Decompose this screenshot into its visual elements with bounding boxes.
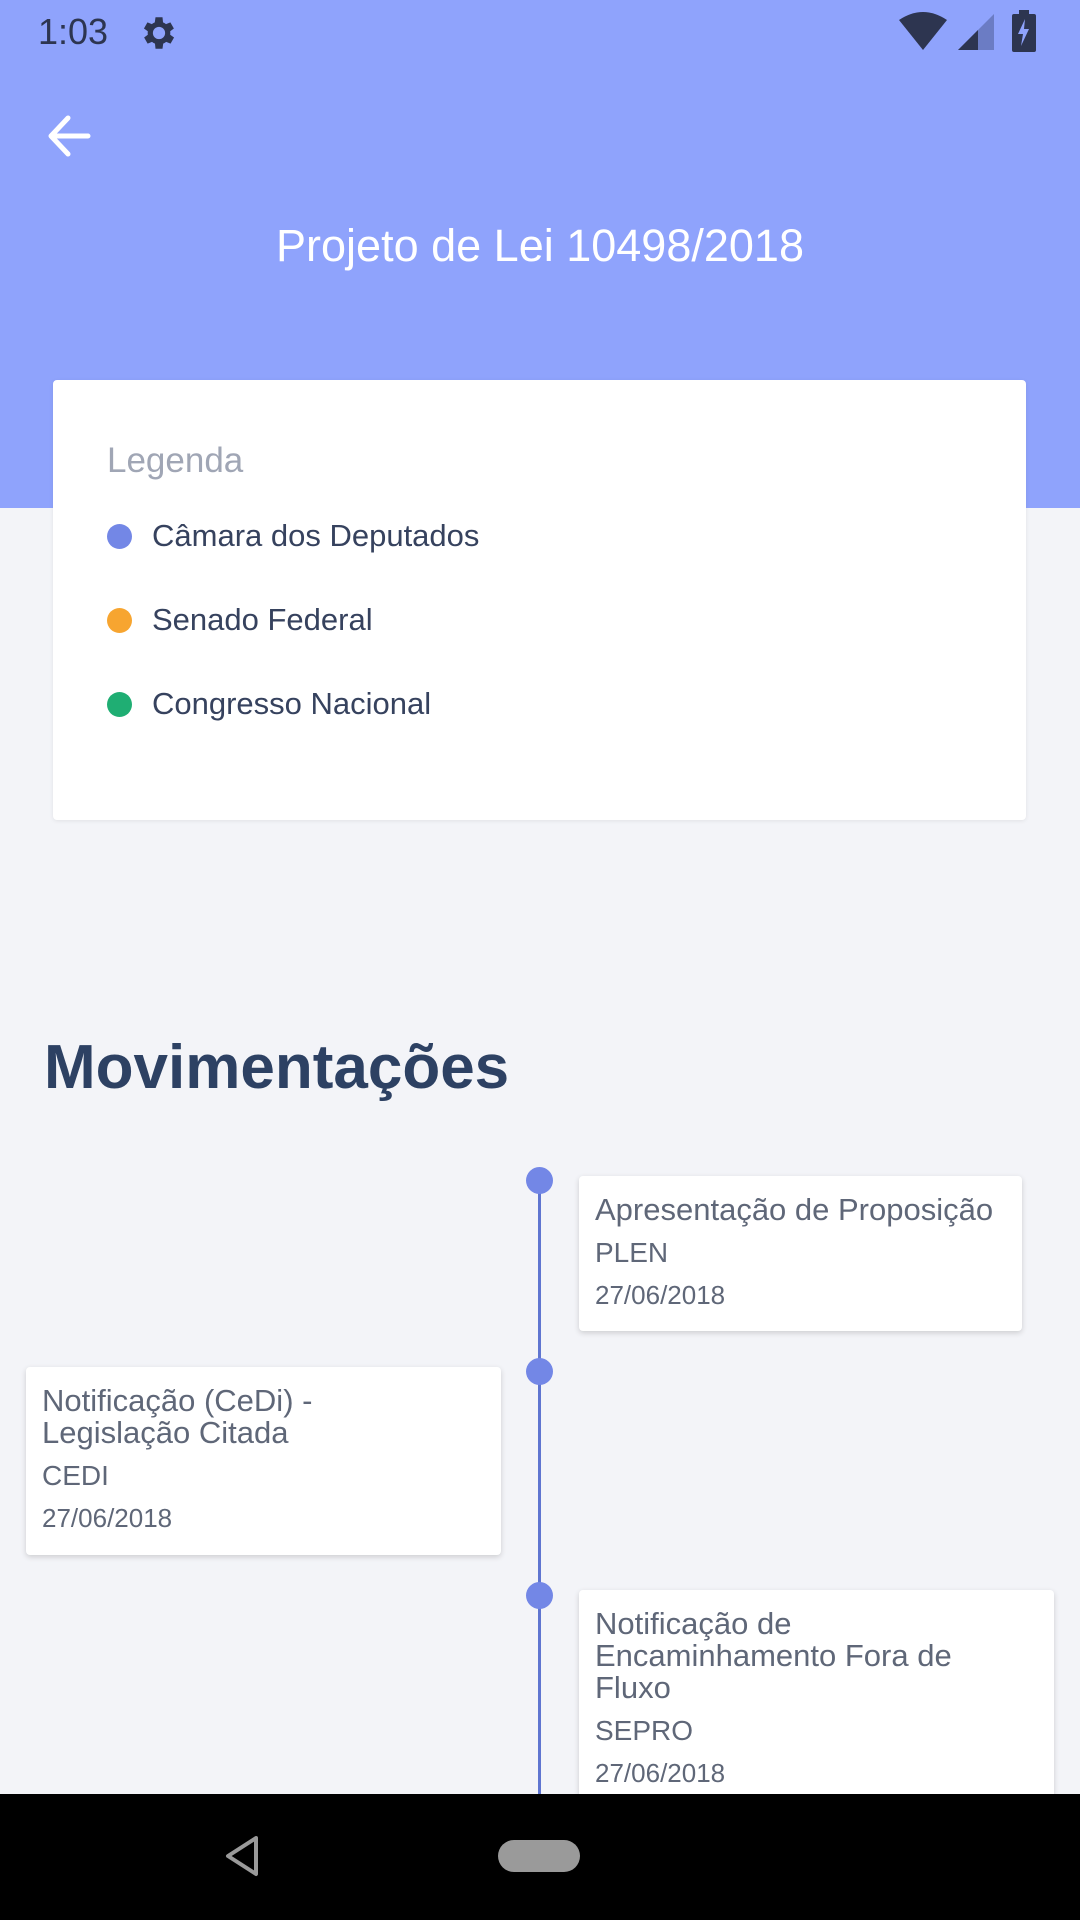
- timeline-node: [526, 1167, 553, 1194]
- event-org: PLEN: [595, 1237, 669, 1268]
- timeline-node: [526, 1582, 553, 1609]
- system-nav-bar: [0, 1794, 1080, 1920]
- event-org: CEDI: [42, 1460, 109, 1491]
- event-card[interactable]: Notificação de Encaminhamento Fora de Fl…: [579, 1590, 1054, 1820]
- timeline-node: [526, 1358, 553, 1385]
- battery-icon: [1012, 10, 1036, 52]
- back-arrow-icon[interactable]: [40, 106, 106, 166]
- event-date: 27/06/2018: [42, 1503, 173, 1533]
- event-org: SEPRO: [595, 1715, 694, 1746]
- legend-card: Legenda Câmara dos Deputados Senado Fede…: [53, 380, 1026, 820]
- section-title-movimentacoes: Movimentações: [44, 1033, 510, 1102]
- event-card[interactable]: Notificação (CeDi) - Legislação Citada C…: [26, 1367, 501, 1555]
- event-date: 27/06/2018: [595, 1280, 726, 1310]
- legend-dot-camara: [107, 523, 132, 549]
- legend-dot-senado: [107, 607, 132, 633]
- status-time: 1:03: [38, 11, 109, 52]
- event-card[interactable]: Apresentação de Proposição PLEN 27/06/20…: [579, 1176, 1022, 1331]
- nav-back-icon[interactable]: [222, 1834, 262, 1878]
- home-pill-icon[interactable]: [498, 1840, 580, 1872]
- legend-item-senado: Senado Federal: [107, 598, 373, 642]
- gear-icon: [143, 17, 175, 49]
- event-title: Notificação (CeDi) - Legislação Citada: [42, 1383, 313, 1450]
- wifi-icon: [899, 12, 947, 50]
- timeline-line: [538, 1180, 541, 1800]
- legend-label-senado: Senado Federal: [152, 602, 373, 637]
- legend-label-camara: Câmara dos Deputados: [152, 518, 480, 553]
- event-title: Notificação de Encaminhamento Fora de Fl…: [595, 1606, 952, 1705]
- signal-icon: [958, 14, 994, 50]
- legend-item-camara: Câmara dos Deputados: [107, 514, 479, 558]
- legend-item-congresso: Congresso Nacional: [107, 682, 431, 726]
- legend-label-congresso: Congresso Nacional: [152, 686, 432, 721]
- legend-title: Legenda: [107, 441, 244, 480]
- event-title: Apresentação de Proposição: [595, 1192, 994, 1227]
- page-title: Projeto de Lei 10498/2018: [276, 220, 804, 271]
- event-date: 27/06/2018: [595, 1758, 726, 1788]
- legend-dot-congresso: [107, 691, 132, 717]
